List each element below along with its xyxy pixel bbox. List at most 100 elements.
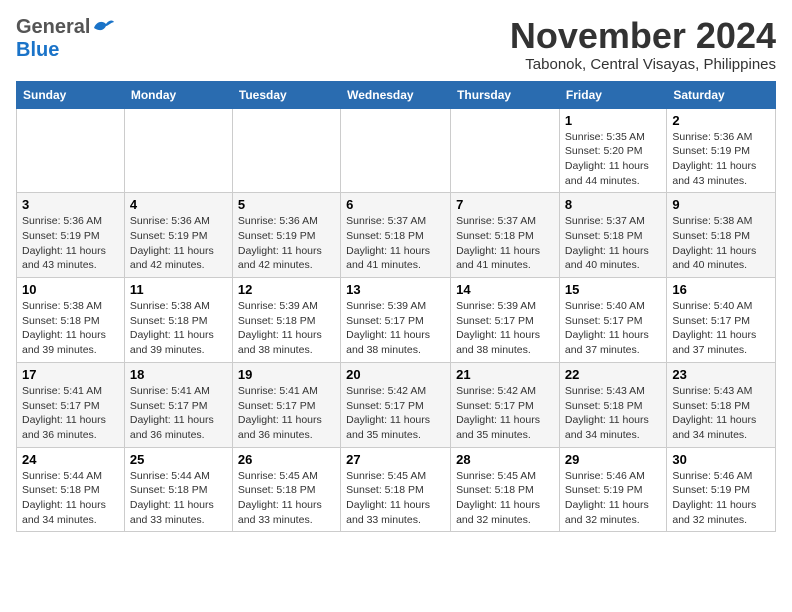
calendar-cell: 22 Sunrise: 5:43 AM Sunset: 5:18 PM Dayli… — [559, 362, 666, 447]
day-info: Sunrise: 5:38 AM Sunset: 5:18 PM Dayligh… — [22, 299, 119, 358]
calendar-cell: 12 Sunrise: 5:39 AM Sunset: 5:18 PM Dayli… — [232, 278, 340, 363]
logo: General Blue — [16, 16, 114, 62]
day-number: 5 — [238, 197, 335, 212]
day-number: 9 — [672, 197, 770, 212]
day-number: 7 — [456, 197, 554, 212]
calendar-cell: 26 Sunrise: 5:45 AM Sunset: 5:18 PM Dayli… — [232, 447, 340, 532]
day-number: 30 — [672, 452, 770, 467]
day-number: 18 — [130, 367, 227, 382]
day-number: 12 — [238, 282, 335, 297]
page-header: General Blue November 2024 Tabonok, Cent… — [16, 16, 776, 73]
day-number: 20 — [346, 367, 445, 382]
calendar-week-row: 1Sunrise: 5:35 AM Sunset: 5:20 PM Daylig… — [17, 108, 776, 193]
day-info: Sunrise: 5:43 AM Sunset: 5:18 PM Dayligh… — [565, 384, 661, 443]
calendar-cell: 21 Sunrise: 5:42 AM Sunset: 5:17 PM Dayli… — [451, 362, 560, 447]
calendar-cell: 27Sunrise: 5:45 AM Sunset: 5:18 PM Dayli… — [341, 447, 451, 532]
calendar-cell — [232, 108, 340, 193]
calendar-cell: 13 Sunrise: 5:39 AM Sunset: 5:17 PM Dayli… — [341, 278, 451, 363]
day-info: Sunrise: 5:36 AM Sunset: 5:19 PM Dayligh… — [22, 214, 119, 273]
calendar-cell: 29 Sunrise: 5:46 AM Sunset: 5:19 PM Dayli… — [559, 447, 666, 532]
day-info: Sunrise: 5:36 AM Sunset: 5:19 PM Dayligh… — [130, 214, 227, 273]
title-area: November 2024 Tabonok, Central Visayas, … — [510, 16, 776, 73]
day-number: 19 — [238, 367, 335, 382]
day-info: Sunrise: 5:45 AM Sunset: 5:18 PM Dayligh… — [456, 469, 554, 528]
calendar-cell: 3Sunrise: 5:36 AM Sunset: 5:19 PM Daylig… — [17, 193, 125, 278]
day-info: Sunrise: 5:38 AM Sunset: 5:18 PM Dayligh… — [672, 214, 770, 273]
weekday-header-row: SundayMondayTuesdayWednesdayThursdayFrid… — [17, 81, 776, 108]
day-info: Sunrise: 5:41 AM Sunset: 5:17 PM Dayligh… — [238, 384, 335, 443]
day-number: 16 — [672, 282, 770, 297]
calendar-table: SundayMondayTuesdayWednesdayThursdayFrid… — [16, 81, 776, 533]
day-info: Sunrise: 5:35 AM Sunset: 5:20 PM Dayligh… — [565, 130, 661, 189]
month-title: November 2024 — [510, 16, 776, 56]
calendar-week-row: 10Sunrise: 5:38 AM Sunset: 5:18 PM Dayli… — [17, 278, 776, 363]
day-number: 21 — [456, 367, 554, 382]
day-number: 22 — [565, 367, 661, 382]
weekday-header-sunday: Sunday — [17, 81, 125, 108]
calendar-cell: 7Sunrise: 5:37 AM Sunset: 5:18 PM Daylig… — [451, 193, 560, 278]
calendar-cell: 1Sunrise: 5:35 AM Sunset: 5:20 PM Daylig… — [559, 108, 666, 193]
day-info: Sunrise: 5:40 AM Sunset: 5:17 PM Dayligh… — [565, 299, 661, 358]
day-number: 4 — [130, 197, 227, 212]
day-info: Sunrise: 5:42 AM Sunset: 5:17 PM Dayligh… — [346, 384, 445, 443]
calendar-cell: 8 Sunrise: 5:37 AM Sunset: 5:18 PM Daylig… — [559, 193, 666, 278]
calendar-cell — [341, 108, 451, 193]
calendar-cell: 4 Sunrise: 5:36 AM Sunset: 5:19 PM Daylig… — [124, 193, 232, 278]
day-info: Sunrise: 5:38 AM Sunset: 5:18 PM Dayligh… — [130, 299, 227, 358]
day-number: 28 — [456, 452, 554, 467]
day-info: Sunrise: 5:42 AM Sunset: 5:17 PM Dayligh… — [456, 384, 554, 443]
day-info: Sunrise: 5:40 AM Sunset: 5:17 PM Dayligh… — [672, 299, 770, 358]
calendar-cell: 19 Sunrise: 5:41 AM Sunset: 5:17 PM Dayli… — [232, 362, 340, 447]
day-info: Sunrise: 5:41 AM Sunset: 5:17 PM Dayligh… — [130, 384, 227, 443]
day-number: 15 — [565, 282, 661, 297]
calendar-cell: 5 Sunrise: 5:36 AM Sunset: 5:19 PM Daylig… — [232, 193, 340, 278]
day-info: Sunrise: 5:46 AM Sunset: 5:19 PM Dayligh… — [672, 469, 770, 528]
day-number: 29 — [565, 452, 661, 467]
weekday-header-wednesday: Wednesday — [341, 81, 451, 108]
calendar-cell: 6 Sunrise: 5:37 AM Sunset: 5:18 PM Daylig… — [341, 193, 451, 278]
day-number: 14 — [456, 282, 554, 297]
day-info: Sunrise: 5:39 AM Sunset: 5:17 PM Dayligh… — [456, 299, 554, 358]
day-info: Sunrise: 5:43 AM Sunset: 5:18 PM Dayligh… — [672, 384, 770, 443]
calendar-cell: 2Sunrise: 5:36 AM Sunset: 5:19 PM Daylig… — [667, 108, 776, 193]
weekday-header-saturday: Saturday — [667, 81, 776, 108]
calendar-cell: 11 Sunrise: 5:38 AM Sunset: 5:18 PM Dayli… — [124, 278, 232, 363]
day-number: 6 — [346, 197, 445, 212]
logo-bird-icon — [92, 18, 114, 36]
calendar-cell — [17, 108, 125, 193]
logo-general-text: General — [16, 16, 90, 39]
calendar-cell: 28 Sunrise: 5:45 AM Sunset: 5:18 PM Dayli… — [451, 447, 560, 532]
day-number: 23 — [672, 367, 770, 382]
day-info: Sunrise: 5:36 AM Sunset: 5:19 PM Dayligh… — [238, 214, 335, 273]
day-number: 11 — [130, 282, 227, 297]
calendar-cell: 15 Sunrise: 5:40 AM Sunset: 5:17 PM Dayli… — [559, 278, 666, 363]
day-info: Sunrise: 5:37 AM Sunset: 5:18 PM Dayligh… — [346, 214, 445, 273]
calendar-cell: 23 Sunrise: 5:43 AM Sunset: 5:18 PM Dayli… — [667, 362, 776, 447]
day-number: 26 — [238, 452, 335, 467]
day-info: Sunrise: 5:44 AM Sunset: 5:18 PM Dayligh… — [130, 469, 227, 528]
weekday-header-thursday: Thursday — [451, 81, 560, 108]
day-info: Sunrise: 5:39 AM Sunset: 5:18 PM Dayligh… — [238, 299, 335, 358]
day-info: Sunrise: 5:39 AM Sunset: 5:17 PM Dayligh… — [346, 299, 445, 358]
weekday-header-friday: Friday — [559, 81, 666, 108]
calendar-cell — [124, 108, 232, 193]
day-number: 13 — [346, 282, 445, 297]
calendar-cell: 30 Sunrise: 5:46 AM Sunset: 5:19 PM Dayli… — [667, 447, 776, 532]
day-info: Sunrise: 5:46 AM Sunset: 5:19 PM Dayligh… — [565, 469, 661, 528]
calendar-cell — [451, 108, 560, 193]
calendar-cell: 24Sunrise: 5:44 AM Sunset: 5:18 PM Dayli… — [17, 447, 125, 532]
calendar-cell: 10Sunrise: 5:38 AM Sunset: 5:18 PM Dayli… — [17, 278, 125, 363]
calendar-cell: 25Sunrise: 5:44 AM Sunset: 5:18 PM Dayli… — [124, 447, 232, 532]
day-number: 2 — [672, 113, 770, 128]
weekday-header-monday: Monday — [124, 81, 232, 108]
day-number: 17 — [22, 367, 119, 382]
calendar-cell: 20 Sunrise: 5:42 AM Sunset: 5:17 PM Dayli… — [341, 362, 451, 447]
calendar-cell: 14 Sunrise: 5:39 AM Sunset: 5:17 PM Dayli… — [451, 278, 560, 363]
day-info: Sunrise: 5:45 AM Sunset: 5:18 PM Dayligh… — [238, 469, 335, 528]
day-number: 27 — [346, 452, 445, 467]
day-info: Sunrise: 5:37 AM Sunset: 5:18 PM Dayligh… — [565, 214, 661, 273]
day-number: 8 — [565, 197, 661, 212]
location-text: Tabonok, Central Visayas, Philippines — [510, 56, 776, 73]
calendar-cell: 18 Sunrise: 5:41 AM Sunset: 5:17 PM Dayli… — [124, 362, 232, 447]
calendar-cell: 16 Sunrise: 5:40 AM Sunset: 5:17 PM Dayli… — [667, 278, 776, 363]
